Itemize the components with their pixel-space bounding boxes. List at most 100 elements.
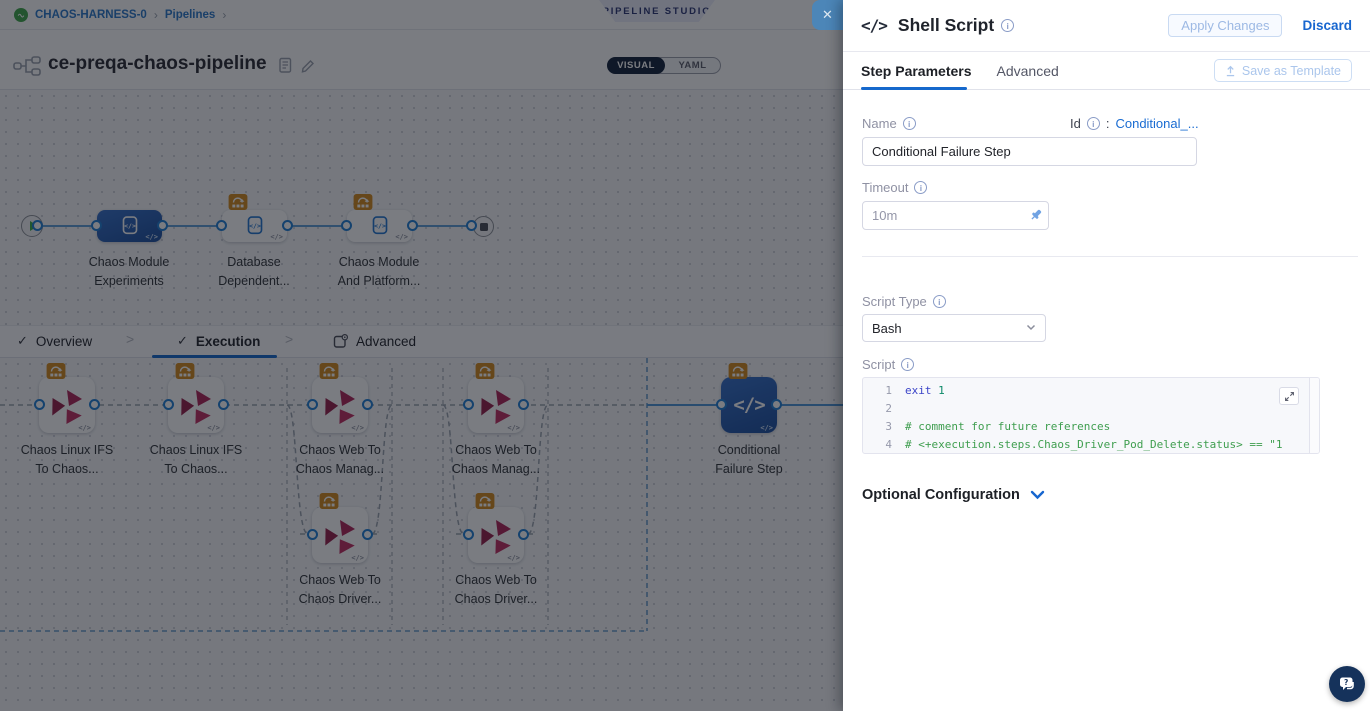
link-dot[interactable]: [89, 399, 100, 410]
advanced-settings-icon: [333, 334, 348, 349]
chevron-right-icon: >: [285, 331, 293, 347]
discard-button[interactable]: Discard: [1302, 18, 1352, 33]
link-dot[interactable]: [362, 529, 373, 540]
section-divider: [862, 256, 1358, 257]
code-line: 3 # comment for future references: [863, 417, 1301, 435]
link-dot[interactable]: [518, 399, 529, 410]
execution-links: [0, 358, 843, 711]
rollback-icon: [475, 363, 495, 379]
pipeline-studio-badge: PIPELINE STUDIO: [599, 0, 715, 22]
tab-panel-advanced[interactable]: Advanced: [997, 63, 1059, 79]
step-node-chaos-web-manag-2[interactable]: </>: [468, 377, 524, 433]
expand-editor-icon[interactable]: [1279, 387, 1299, 405]
script-type-label: Script Type i: [862, 294, 946, 309]
code-badge-icon: </>: [760, 424, 773, 432]
code-badge-icon: </>: [78, 424, 91, 432]
shell-script-icon: </>: [733, 394, 764, 416]
chevron-right-icon: ›: [154, 8, 158, 22]
info-icon[interactable]: i: [914, 181, 927, 194]
script-type-select[interactable]: Bash: [862, 314, 1046, 342]
pipeline-title: ce-preqa-chaos-pipeline: [48, 53, 267, 75]
code-line: 4 # <+execution.steps.Chaos_Driver_Pod_D…: [863, 435, 1301, 453]
link-dot[interactable]: [32, 220, 43, 231]
step-config-panel: </> Shell Script i Apply Changes Discard…: [843, 0, 1370, 711]
help-chat-button[interactable]: ?: [1329, 666, 1365, 702]
tab-overview[interactable]: ✓ Overview: [17, 325, 92, 357]
link-dot[interactable]: [716, 399, 727, 410]
info-icon[interactable]: i: [903, 117, 916, 130]
timeout-input[interactable]: [862, 201, 1049, 230]
link-dot[interactable]: [307, 529, 318, 540]
info-icon[interactable]: i: [901, 358, 914, 371]
rollback-icon: [353, 194, 373, 210]
link-dot[interactable]: [91, 220, 102, 231]
step-node-chaos-web-driver-1[interactable]: </>: [312, 507, 368, 563]
name-input[interactable]: [862, 137, 1197, 166]
breadcrumb-project[interactable]: CHAOS-HARNESS-0: [35, 9, 147, 21]
step-id-row: Id i : Conditional_...: [1070, 116, 1199, 131]
step-label: Chaos Web ToChaos Driver...: [265, 571, 415, 609]
stage-node-database-dependent[interactable]: </>: [222, 210, 287, 242]
code-line: 2: [863, 399, 1301, 417]
toggle-yaml[interactable]: YAML: [665, 60, 720, 71]
step-node-conditional-failure[interactable]: </> </>: [721, 377, 777, 433]
chevron-right-icon: >: [126, 331, 134, 347]
link-dot[interactable]: [218, 399, 229, 410]
step-node-chaos-web-manag-1[interactable]: </>: [312, 377, 368, 433]
link-dot[interactable]: [157, 220, 168, 231]
toggle-visual[interactable]: VISUAL: [607, 57, 665, 74]
link-dot[interactable]: [341, 220, 352, 231]
editor-scrollbar[interactable]: [1309, 378, 1319, 453]
tab-advanced[interactable]: Advanced: [333, 325, 416, 357]
info-icon[interactable]: i: [1087, 117, 1100, 130]
custom-stage-icon: [242, 213, 268, 239]
step-label: Chaos Web ToChaos Manag...: [265, 441, 415, 479]
visual-yaml-toggle[interactable]: VISUAL YAML: [607, 57, 721, 74]
pin-input-type-icon[interactable]: [1024, 203, 1048, 227]
step-node-chaos-linux-ifs-1[interactable]: </>: [39, 377, 95, 433]
link-dot[interactable]: [216, 220, 227, 231]
optional-configuration-toggle[interactable]: Optional Configuration: [862, 487, 1045, 503]
info-icon[interactable]: i: [1001, 19, 1014, 32]
link-dot[interactable]: [463, 399, 474, 410]
link-dot[interactable]: [466, 220, 477, 231]
close-drawer-button[interactable]: ✕: [812, 0, 843, 30]
step-label: Chaos Linux IFSTo Chaos...: [121, 441, 271, 479]
edit-pencil-icon[interactable]: [300, 57, 316, 74]
info-icon[interactable]: i: [933, 295, 946, 308]
code-badge-icon: </>: [507, 424, 520, 432]
rollback-icon: [228, 194, 248, 210]
tab-step-parameters[interactable]: Step Parameters: [861, 63, 972, 79]
check-icon: ✓: [17, 333, 28, 349]
link-dot[interactable]: [362, 399, 373, 410]
chevron-down-icon: [1026, 323, 1036, 334]
step-node-chaos-linux-ifs-2[interactable]: </>: [168, 377, 224, 433]
link-dot[interactable]: [307, 399, 318, 410]
link-dot[interactable]: [771, 399, 782, 410]
custom-stage-icon: [117, 213, 143, 239]
breadcrumb: CHAOS-HARNESS-0 › Pipelines ›: [14, 0, 226, 30]
link-dot[interactable]: [463, 529, 474, 540]
apply-changes-button[interactable]: Apply Changes: [1168, 14, 1282, 37]
tab-execution[interactable]: ✓ Execution: [177, 325, 260, 357]
check-icon: ✓: [177, 333, 188, 349]
readme-doc-icon[interactable]: [278, 57, 293, 74]
rollback-icon: [319, 493, 339, 509]
script-code-editor[interactable]: 1 exit 1 2 3 # comment for future refere…: [862, 377, 1320, 454]
step-node-chaos-web-driver-2[interactable]: </>: [468, 507, 524, 563]
stage-label: Chaos ModuleAnd Platform...: [304, 253, 454, 291]
harness-logo-icon: [14, 8, 28, 22]
link-dot[interactable]: [282, 220, 293, 231]
chaos-experiment-icon: [476, 515, 516, 555]
link-dot[interactable]: [518, 529, 529, 540]
script-label: Script i: [862, 357, 914, 372]
stage-node-chaos-module-experiments[interactable]: </>: [97, 210, 162, 242]
step-id-link[interactable]: Conditional_...: [1115, 116, 1198, 131]
breadcrumb-pipelines[interactable]: Pipelines: [165, 9, 216, 21]
link-dot[interactable]: [407, 220, 418, 231]
stage-node-chaos-module-platform[interactable]: </>: [347, 210, 412, 242]
save-as-template-button[interactable]: Save as Template: [1214, 59, 1352, 82]
link-dot[interactable]: [34, 399, 45, 410]
chaos-experiment-icon: [47, 385, 87, 425]
link-dot[interactable]: [163, 399, 174, 410]
